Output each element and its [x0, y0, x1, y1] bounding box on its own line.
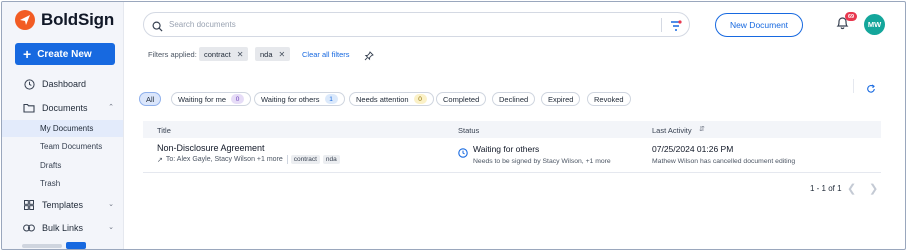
- app-logo[interactable]: BoldSign: [15, 10, 114, 30]
- app-window: BoldSign + Create New Dashboard Document…: [1, 1, 906, 250]
- table-row[interactable]: Non-Disclosure Agreement ↗ To: Alex Gayl…: [143, 138, 881, 173]
- document-status-detail: Needs to be signed by Stacy Wilson, +1 m…: [473, 158, 611, 165]
- chevron-right-icon[interactable]: ❯: [869, 182, 878, 195]
- search-input[interactable]: Search documents: [169, 20, 236, 29]
- refresh-icon[interactable]: [866, 81, 876, 99]
- chevron-down-icon[interactable]: ⌄: [108, 200, 114, 208]
- search-icon: [152, 19, 163, 37]
- tab-expired[interactable]: Expired: [541, 92, 581, 106]
- close-icon[interactable]: ✕: [237, 50, 244, 59]
- document-recipients: To: Alex Gayle, Stacy Wilson +1 more: [165, 156, 283, 163]
- tab-label: Needs attention: [356, 94, 409, 104]
- boldsign-logo-icon: [15, 10, 35, 30]
- column-header-last-activity[interactable]: Last Activity: [652, 126, 692, 135]
- truncated-item-text: [22, 243, 62, 248]
- column-header-title[interactable]: Title: [157, 126, 171, 135]
- filter-icon[interactable]: [670, 19, 682, 37]
- meta-divider: [286, 155, 288, 164]
- plus-icon: +: [23, 46, 32, 62]
- sidebar-item-partial: [22, 242, 86, 249]
- sidebar: BoldSign + Create New Dashboard Document…: [2, 2, 124, 249]
- tab-label: Revoked: [594, 94, 624, 104]
- tab-all[interactable]: All: [139, 92, 162, 106]
- table-header: Title Status Last Activity ⇵: [143, 121, 881, 138]
- pin-icon[interactable]: [364, 48, 374, 66]
- document-meta: ↗ To: Alex Gayle, Stacy Wilson +1 more c…: [157, 155, 340, 164]
- filter-chip-contract: contract ✕: [199, 47, 249, 61]
- pagination-label: 1 - 1 of 1: [810, 184, 842, 193]
- filter-chip-nda: nda ✕: [255, 47, 291, 61]
- filters-applied-label: Filters applied:: [148, 50, 197, 59]
- sidebar-item-documents[interactable]: Documents ⌃: [2, 99, 123, 117]
- sidebar-item-label: Dashboard: [42, 79, 87, 89]
- create-new-button[interactable]: + Create New: [15, 43, 115, 65]
- sort-icon[interactable]: ⇵: [699, 125, 705, 133]
- tab-count-badge: 0: [231, 94, 245, 104]
- search-divider: [661, 18, 662, 32]
- sidebar-subitem-drafts[interactable]: Drafts: [2, 157, 123, 174]
- chevron-up-icon[interactable]: ⌃: [108, 103, 114, 111]
- sidebar-item-bulk-links[interactable]: Bulk Links ⌄: [2, 219, 123, 237]
- new-badge: [66, 242, 86, 249]
- clock-icon: [22, 77, 36, 91]
- tab-label: Waiting for me: [178, 94, 227, 104]
- tab-declined[interactable]: Declined: [492, 92, 536, 106]
- tab-count-badge: 1: [324, 94, 338, 104]
- chevron-left-icon[interactable]: ❮: [847, 182, 856, 195]
- clock-status-icon: [458, 145, 468, 163]
- tab-label: Declined: [499, 94, 529, 104]
- clear-all-filters-link[interactable]: Clear all filters: [302, 50, 350, 59]
- sidebar-subitem-team-documents[interactable]: Team Documents: [2, 138, 123, 155]
- tab-label: Waiting for others: [261, 94, 320, 104]
- sidebar-subitem-my-documents[interactable]: My Documents: [2, 120, 123, 137]
- sidebar-subitem-trash[interactable]: Trash: [2, 175, 123, 192]
- search-bar[interactable]: Search documents: [143, 12, 690, 37]
- folder-icon: [22, 101, 36, 115]
- document-status: Waiting for others: [473, 144, 540, 154]
- tab-label: All: [146, 94, 155, 104]
- arrow-up-right-icon: ↗: [157, 156, 163, 164]
- column-header-status[interactable]: Status: [458, 126, 479, 135]
- link-icon: [22, 221, 36, 235]
- app-name: BoldSign: [41, 10, 114, 29]
- new-document-button[interactable]: New Document: [715, 13, 803, 37]
- last-activity-time: 07/25/2024 01:26 PM: [652, 144, 734, 154]
- tab-completed[interactable]: Completed: [436, 92, 487, 106]
- notification-count-badge: 69: [845, 12, 857, 21]
- tab-waiting-for-others[interactable]: Waiting for others 1: [254, 92, 345, 106]
- tab-needs-attention[interactable]: Needs attention 0: [349, 92, 434, 106]
- tab-count-badge: 0: [413, 94, 427, 104]
- sidebar-item-dashboard[interactable]: Dashboard: [2, 75, 123, 93]
- avatar[interactable]: MW: [864, 14, 885, 35]
- filter-chip-label: nda: [260, 49, 273, 59]
- chevron-down-icon[interactable]: ⌄: [108, 223, 114, 231]
- create-new-label: Create New: [37, 48, 92, 60]
- last-activity-detail: Mathew Wilson has cancelled document edi…: [652, 158, 796, 165]
- tab-label: Expired: [548, 94, 574, 104]
- document-tag: nda: [322, 155, 340, 164]
- sidebar-item-label: Templates: [42, 200, 84, 210]
- sidebar-item-label: Documents: [42, 103, 88, 113]
- sidebar-item-templates[interactable]: Templates ⌄: [2, 196, 123, 214]
- tab-label: Completed: [443, 94, 480, 104]
- document-title[interactable]: Non-Disclosure Agreement: [157, 143, 265, 153]
- grid-icon: [22, 198, 36, 212]
- tab-waiting-for-me[interactable]: Waiting for me 0: [171, 92, 252, 106]
- toolbar-divider: [853, 79, 854, 93]
- filter-chip-label: contract: [204, 49, 231, 59]
- tab-revoked[interactable]: Revoked: [587, 92, 631, 106]
- sidebar-item-label: Bulk Links: [42, 223, 84, 233]
- close-icon[interactable]: ✕: [279, 50, 286, 59]
- document-tag: contract: [290, 155, 320, 164]
